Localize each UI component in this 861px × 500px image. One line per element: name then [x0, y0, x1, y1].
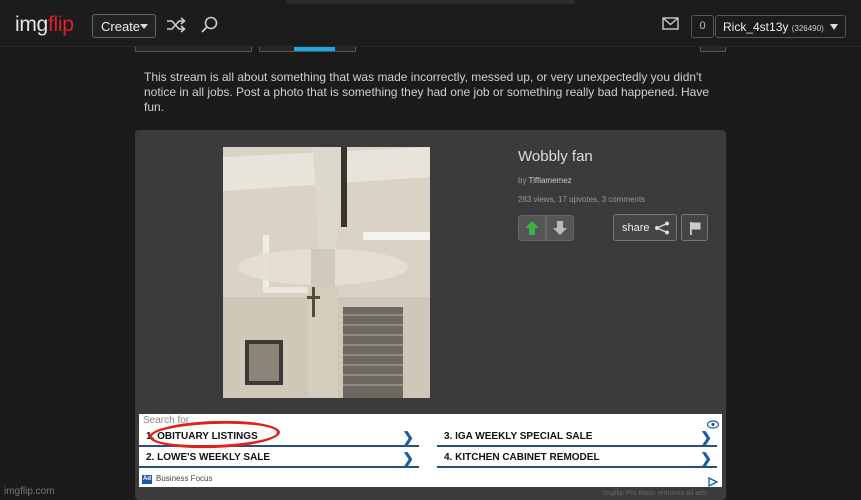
- stream-tab-group[interactable]: [135, 47, 252, 52]
- logo-text-img: img: [15, 13, 48, 36]
- ad-brand[interactable]: Business Focus: [156, 474, 212, 483]
- arrow-up-icon: [525, 221, 539, 235]
- upvote-button[interactable]: [518, 215, 546, 241]
- post-byline: by Tiffiamemez: [518, 176, 572, 185]
- create-label: Create: [101, 19, 141, 34]
- ad-link-3[interactable]: 3. IGA WEEKLY SPECIAL SALE ❯: [437, 428, 717, 447]
- author-link[interactable]: Tiffiamemez: [529, 176, 572, 185]
- arrow-down-icon: [553, 221, 567, 235]
- share-label: share: [622, 222, 650, 234]
- ad-link-4[interactable]: 4. KITCHEN CABINET REMODEL ❯: [437, 449, 717, 468]
- top-navbar: imgflip Create 0 Rick_4st13y (326490): [0, 0, 861, 47]
- pro-removes-ads-note[interactable]: Imgflip Pro Basic removes all ads: [603, 490, 706, 497]
- mail-icon[interactable]: [662, 17, 684, 37]
- caret-down-icon: [830, 24, 838, 30]
- create-menu-button[interactable]: Create: [92, 14, 156, 38]
- post-image[interactable]: [223, 147, 430, 398]
- sort-tab-group[interactable]: [259, 47, 356, 52]
- chevron-right-icon: ❯: [700, 450, 712, 466]
- post-title: Wobbly fan: [518, 148, 593, 165]
- stream-description: This stream is all about something that …: [144, 70, 710, 114]
- downvote-button[interactable]: [546, 215, 574, 241]
- ad-link-2[interactable]: 2. LOWE'S WEEKLY SALE ❯: [139, 449, 419, 468]
- user-points: (326490): [791, 24, 824, 33]
- notification-count[interactable]: 0: [691, 15, 714, 38]
- ad-link-label: 4. KITCHEN CABINET REMODEL: [444, 452, 600, 463]
- top-strip: [287, 0, 575, 4]
- ad-link-label: 3. IGA WEEKLY SPECIAL SALE: [444, 431, 593, 442]
- caret-down-icon: [140, 24, 148, 29]
- active-tab-indicator: [294, 47, 335, 51]
- ad-banner[interactable]: Search for 1. OBITUARY LISTINGS ❯ 2. LOW…: [139, 414, 722, 488]
- imgflip-logo[interactable]: imgflip: [15, 13, 74, 37]
- shuffle-icon[interactable]: [165, 15, 187, 35]
- post-stats: 283 views, 17 upvotes, 3 comments: [518, 195, 646, 204]
- share-icon: [655, 221, 669, 235]
- chevron-right-icon: ❯: [402, 450, 414, 466]
- options-tab[interactable]: [700, 47, 726, 52]
- by-prefix: by: [518, 176, 527, 185]
- flag-button[interactable]: [681, 214, 708, 241]
- search-icon[interactable]: [199, 15, 221, 35]
- flag-icon: [690, 222, 701, 235]
- share-button[interactable]: share: [613, 214, 677, 241]
- ad-badge: Ad: [142, 475, 152, 484]
- chevron-right-icon: ❯: [700, 429, 712, 445]
- play-icon[interactable]: [708, 474, 719, 492]
- ad-link-label: 2. LOWE'S WEEKLY SALE: [146, 452, 271, 463]
- user-menu-button[interactable]: Rick_4st13y (326490): [715, 15, 846, 38]
- chevron-right-icon: ❯: [402, 429, 414, 445]
- imgflip-watermark: imgflip.com: [4, 486, 55, 497]
- logo-text-flip: flip: [47, 13, 74, 36]
- username: Rick_4st13y: [723, 20, 789, 34]
